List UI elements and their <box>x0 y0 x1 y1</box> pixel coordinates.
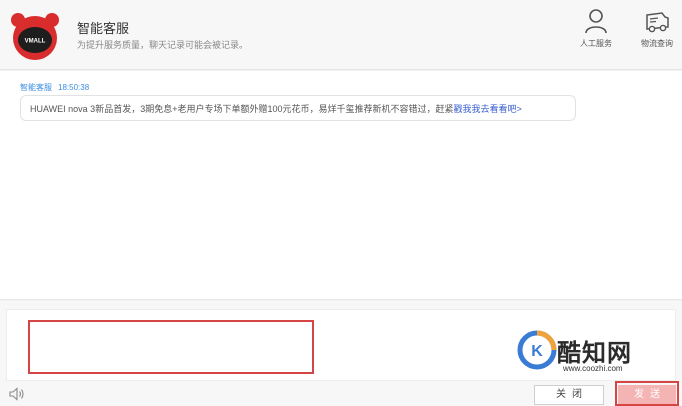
page-title: 智能客服 <box>77 21 130 36</box>
speaker-icon[interactable] <box>9 387 25 401</box>
human-service-button[interactable]: 人工服务 <box>568 8 624 60</box>
logistics-query-label: 物流查询 <box>641 39 673 48</box>
avatar-text: VMALL <box>25 39 46 45</box>
message-sender: 智能客服 <box>20 83 52 92</box>
logistics-query-button[interactable]: 物流查询 <box>629 8 682 60</box>
vmall-avatar: VMALL <box>11 13 59 60</box>
watermark: K 酷知网 www.coozhi.com <box>517 328 677 378</box>
close-button[interactable]: 关闭 <box>534 385 604 405</box>
send-highlight-box <box>615 381 679 406</box>
watermark-logo-icon: K <box>517 330 557 370</box>
chat-header: VMALL 智能客服 为提升服务质量，聊天记录可能会被记录。 人工服务 物流查询 <box>0 0 682 70</box>
page-subtitle: 为提升服务质量，聊天记录可能会被记录。 <box>77 40 249 50</box>
message-meta: 智能客服 18:50:38 <box>20 82 89 93</box>
person-icon <box>585 9 607 34</box>
watermark-url: www.coozhi.com <box>563 364 623 373</box>
chat-history[interactable]: 智能客服 18:50:38 HUAWEI nova 3新品首发，3期免息+老用户专… <box>0 71 682 300</box>
message-text: HUAWEI nova 3新品首发，3期免息+老用户专场下单额外赠100元花币，… <box>30 104 454 114</box>
input-highlight-box <box>28 320 314 374</box>
svg-text:K: K <box>531 343 543 360</box>
human-service-label: 人工服务 <box>580 39 612 48</box>
promo-link[interactable]: 戳我我去看看吧> <box>453 104 521 114</box>
message-time: 18:50:38 <box>58 83 90 92</box>
message-bubble: HUAWEI nova 3新品首发，3期免息+老用户专场下单额外赠100元花币，… <box>20 95 576 121</box>
truck-icon <box>646 12 669 33</box>
watermark-name: 酷知网 <box>557 340 632 367</box>
